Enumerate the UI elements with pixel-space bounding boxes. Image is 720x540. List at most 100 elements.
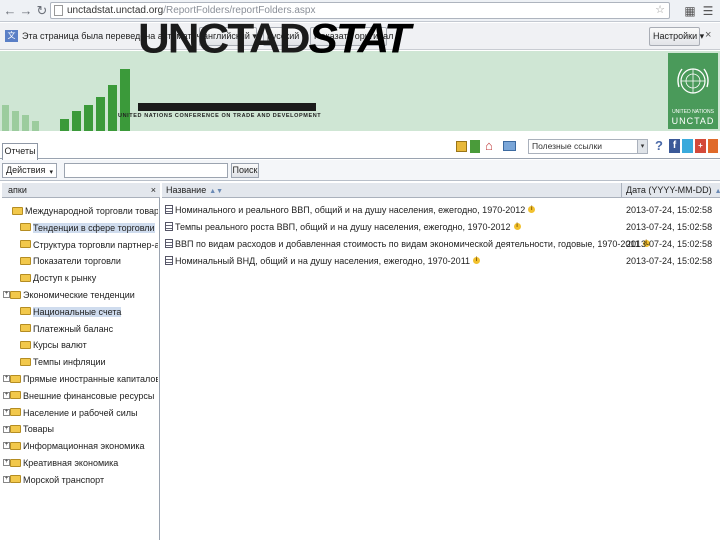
close-icon[interactable]: × <box>705 29 711 41</box>
settings-label: Настройки <box>653 31 698 41</box>
folders-pane-header: апки × <box>2 183 160 198</box>
tree-item[interactable]: + Креативная экономика <box>3 455 158 471</box>
folder-icon <box>12 206 23 215</box>
table-row[interactable]: Номинальный ВНД, общий и на душу населен… <box>162 253 720 270</box>
tree-item-label: Морской транспорт <box>23 474 105 485</box>
tree-item[interactable]: + Внешние финансовые ресурсы <box>3 388 158 404</box>
folder-icon <box>20 324 31 333</box>
close-icon[interactable]: × <box>151 183 156 197</box>
folders-pane: апки × Международной торговли товарами и Т… <box>2 183 160 540</box>
tree-item[interactable]: Тенденции в сфере торговли <box>20 220 158 236</box>
report-date: 2013-07-24, 15:02:58 <box>626 222 713 232</box>
column-header-name[interactable]: Название ▲▼ <box>162 183 622 198</box>
info-icon[interactable]: i <box>513 223 521 231</box>
info-icon[interactable]: i <box>473 257 481 265</box>
report-name-link[interactable]: Темпы реального роста ВВП, общий и на ду… <box>175 222 511 232</box>
actions-row: Действия ▾ Поиск <box>0 160 720 181</box>
report-name-link[interactable]: Номинальный ВНД, общий и на душу населен… <box>175 256 470 266</box>
report-date: 2013-07-24, 15:02:58 <box>626 239 713 249</box>
tree-item[interactable]: Национальные счета <box>20 304 158 320</box>
column-header-date[interactable]: Дата (YYYY-MM-DD)▲▼ <box>622 183 720 198</box>
twitter-icon[interactable] <box>682 139 693 153</box>
tree-item[interactable]: Платежный баланс <box>20 321 158 337</box>
un-emblem[interactable]: UNITED NATIONS UNCTAD <box>668 53 718 129</box>
site-banner <box>0 51 720 131</box>
tree-item-label: Курсы валют <box>33 340 87 351</box>
table-row[interactable]: Номинального и реального ВВП, общий и на… <box>162 202 720 219</box>
expand-icon[interactable]: + <box>3 291 10 299</box>
folder-icon <box>10 425 21 434</box>
tree-item-label: Экономические тенденции <box>23 290 135 300</box>
share-icon[interactable]: + <box>695 139 706 153</box>
forward-arrow-icon[interactable]: → <box>18 3 34 19</box>
tree-icon[interactable] <box>470 140 480 153</box>
tree-item[interactable]: Показатели торговли <box>20 253 158 269</box>
folder-icon <box>20 341 31 350</box>
home-icon[interactable]: ⌂ <box>485 139 493 152</box>
emblem-caption-2: UNCTAD <box>671 116 715 126</box>
quick-links-select[interactable]: Полезные ссылки ▾ <box>528 139 648 154</box>
info-icon[interactable]: i <box>528 206 536 214</box>
tree-item[interactable]: + Экономические тенденции <box>3 287 158 303</box>
report-icon <box>165 222 173 232</box>
lock-icon[interactable] <box>456 141 467 152</box>
report-icon <box>165 239 173 249</box>
folder-icon <box>20 223 31 232</box>
chevron-down-icon: ▾ <box>637 140 647 153</box>
back-arrow-icon[interactable]: ← <box>2 3 18 19</box>
tree-item[interactable]: Международной торговли товарами и <box>3 203 158 219</box>
folder-icon <box>10 441 21 450</box>
expand-icon[interactable]: + <box>3 408 10 416</box>
report-name-link[interactable]: Номинального и реального ВВП, общий и на… <box>175 205 525 215</box>
tree-item-label: Тенденции в сфере торговли <box>33 222 155 233</box>
sort-icon[interactable]: ▲▼ <box>715 188 720 195</box>
table-row[interactable]: ВВП по видам расходов и добавленная стои… <box>162 236 720 253</box>
tree-item[interactable]: Курсы валют <box>20 337 158 353</box>
tree-item-label: Креативная экономика <box>23 458 119 468</box>
tree-item-label: Внешние финансовые ресурсы <box>23 390 155 401</box>
tree-item[interactable]: + Товары <box>3 421 158 437</box>
table-row[interactable]: Темпы реального роста ВВП, общий и на ду… <box>162 219 720 236</box>
expand-icon[interactable]: + <box>3 425 10 433</box>
report-icon <box>165 205 173 215</box>
sort-icon[interactable]: ▲▼ <box>209 188 223 195</box>
folder-icon <box>10 408 21 417</box>
tree-item-label: Международной торговли товарами и <box>25 206 158 216</box>
star-icon[interactable]: ☆ <box>655 3 665 16</box>
actions-dropdown[interactable]: Действия ▾ <box>2 163 57 178</box>
reload-icon[interactable]: ↻ <box>34 3 50 19</box>
tab-reports[interactable]: Отчеты <box>2 143 38 160</box>
wrench-icon[interactable]: ☰ <box>700 3 716 19</box>
mail-icon[interactable] <box>503 141 516 151</box>
translate-icon[interactable]: ▦ <box>682 3 698 19</box>
expand-icon[interactable]: + <box>3 442 10 450</box>
expand-icon[interactable]: + <box>3 391 10 399</box>
expand-icon[interactable]: + <box>3 459 10 467</box>
folders-pane-title: апки <box>8 185 27 195</box>
report-date: 2013-07-24, 15:02:58 <box>626 256 713 266</box>
tree-item[interactable]: + Прямые иностранные капиталовложен <box>3 371 158 387</box>
tree-item-label: Национальные счета <box>33 306 122 317</box>
quick-links-value: Полезные ссылки <box>532 141 602 151</box>
unctadstat-logo[interactable]: UNCTADSTAT <box>138 15 411 63</box>
tree-item[interactable]: + Население и рабочей силы <box>3 405 158 421</box>
facebook-icon[interactable]: f <box>669 139 680 153</box>
expand-icon[interactable]: + <box>3 475 10 483</box>
tree-item[interactable]: + Информационная экономика <box>3 438 158 454</box>
tree-item[interactable]: + Морской транспорт <box>3 472 158 488</box>
rss-icon[interactable] <box>708 139 718 153</box>
folder-icon <box>10 290 21 299</box>
help-icon[interactable]: ? <box>655 138 663 153</box>
report-name-link[interactable]: ВВП по видам расходов и добавленная стои… <box>175 239 640 249</box>
tree-item[interactable]: Структура торговли партнер-а <box>20 237 158 253</box>
expand-icon[interactable]: + <box>3 375 10 383</box>
search-input[interactable] <box>64 163 228 178</box>
tree-item[interactable]: Темпы инфляции <box>20 354 158 370</box>
folder-icon <box>10 391 21 400</box>
folder-icon <box>10 475 21 484</box>
tree-item-label: Информационная экономика <box>23 441 145 452</box>
translate-settings-button[interactable]: Настройки ▾ <box>649 27 704 46</box>
search-button[interactable]: Поиск <box>231 163 259 178</box>
logo-subtitle: UNITED NATIONS CONFERENCE ON TRADE AND D… <box>118 113 322 119</box>
tree-item[interactable]: Доступ к рынку <box>20 270 158 286</box>
